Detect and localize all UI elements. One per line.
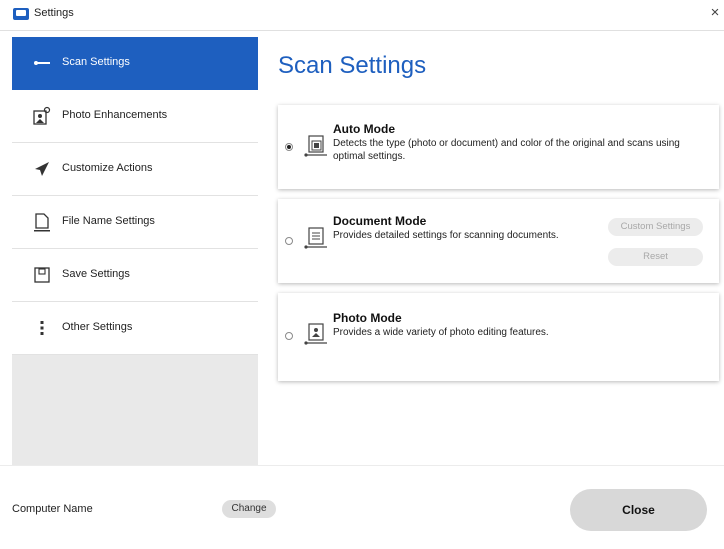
scan-icon <box>34 61 50 65</box>
change-button[interactable]: Change <box>222 500 276 518</box>
auto-mode-title: Auto Mode <box>333 122 395 136</box>
sidebar-item-label: Other Settings <box>62 321 133 333</box>
photo-mode-card[interactable]: Photo Mode Provides a wide variety of ph… <box>278 293 719 381</box>
photo-mode-icon <box>304 323 327 345</box>
auto-mode-card[interactable]: Auto Mode Detects the type (photo or doc… <box>278 105 719 189</box>
main-panel: Scan Settings Auto Mode Detects the type… <box>258 37 724 465</box>
sidebar-item-label: Photo Enhancements <box>62 109 168 121</box>
sidebar-item-photo-enhancements[interactable]: Photo Enhancements <box>12 90 258 143</box>
send-icon <box>35 162 49 176</box>
sidebar-item-label: File Name Settings <box>62 215 155 227</box>
title-bar: Settings × <box>0 0 724 31</box>
document-mode-radio[interactable] <box>285 237 293 245</box>
auto-mode-description: Detects the type (photo or document) and… <box>333 138 680 162</box>
document-mode-card[interactable]: Document Mode Provides detailed settings… <box>278 199 719 283</box>
window-title: Settings <box>34 7 74 19</box>
close-button[interactable]: Close <box>570 489 707 531</box>
footer-divider <box>0 465 724 466</box>
sidebar-item-file-name-settings[interactable]: File Name Settings <box>12 196 258 249</box>
auto-mode-icon <box>304 135 327 157</box>
app-icon <box>13 8 29 20</box>
sidebar-item-label: Save Settings <box>62 268 130 280</box>
sidebar-item-customize-actions[interactable]: Customize Actions <box>12 143 258 196</box>
document-mode-description: Provides detailed settings for scanning … <box>333 230 559 241</box>
auto-mode-radio[interactable] <box>285 143 293 151</box>
photo-mode-title: Photo Mode <box>333 311 402 325</box>
document-mode-title: Document Mode <box>333 214 427 228</box>
save-icon <box>34 267 50 283</box>
window-close-icon[interactable]: × <box>708 4 722 21</box>
custom-settings-button[interactable]: Custom Settings <box>608 218 703 236</box>
sidebar-item-other-settings[interactable]: Other Settings <box>12 302 258 355</box>
file-icon <box>34 213 50 232</box>
photo-mode-radio[interactable] <box>285 332 293 340</box>
sidebar-item-label: Customize Actions <box>62 162 153 174</box>
photo-enhance-icon <box>33 106 51 125</box>
computer-name-label: Computer Name <box>12 503 93 515</box>
photo-mode-description: Provides a wide variety of photo editing… <box>333 327 549 338</box>
reset-button[interactable]: Reset <box>608 248 703 266</box>
page-title: Scan Settings <box>278 52 427 79</box>
sidebar: Scan Settings Photo Enhancements Customi… <box>12 37 258 465</box>
document-mode-icon <box>304 227 327 249</box>
more-vertical-icon <box>40 321 44 335</box>
settings-window: Settings × Scan Settings Photo Enhanceme… <box>0 0 724 549</box>
sidebar-item-label: Scan Settings <box>62 56 130 68</box>
sidebar-item-scan-settings[interactable]: Scan Settings <box>12 37 258 90</box>
sidebar-item-save-settings[interactable]: Save Settings <box>12 249 258 302</box>
